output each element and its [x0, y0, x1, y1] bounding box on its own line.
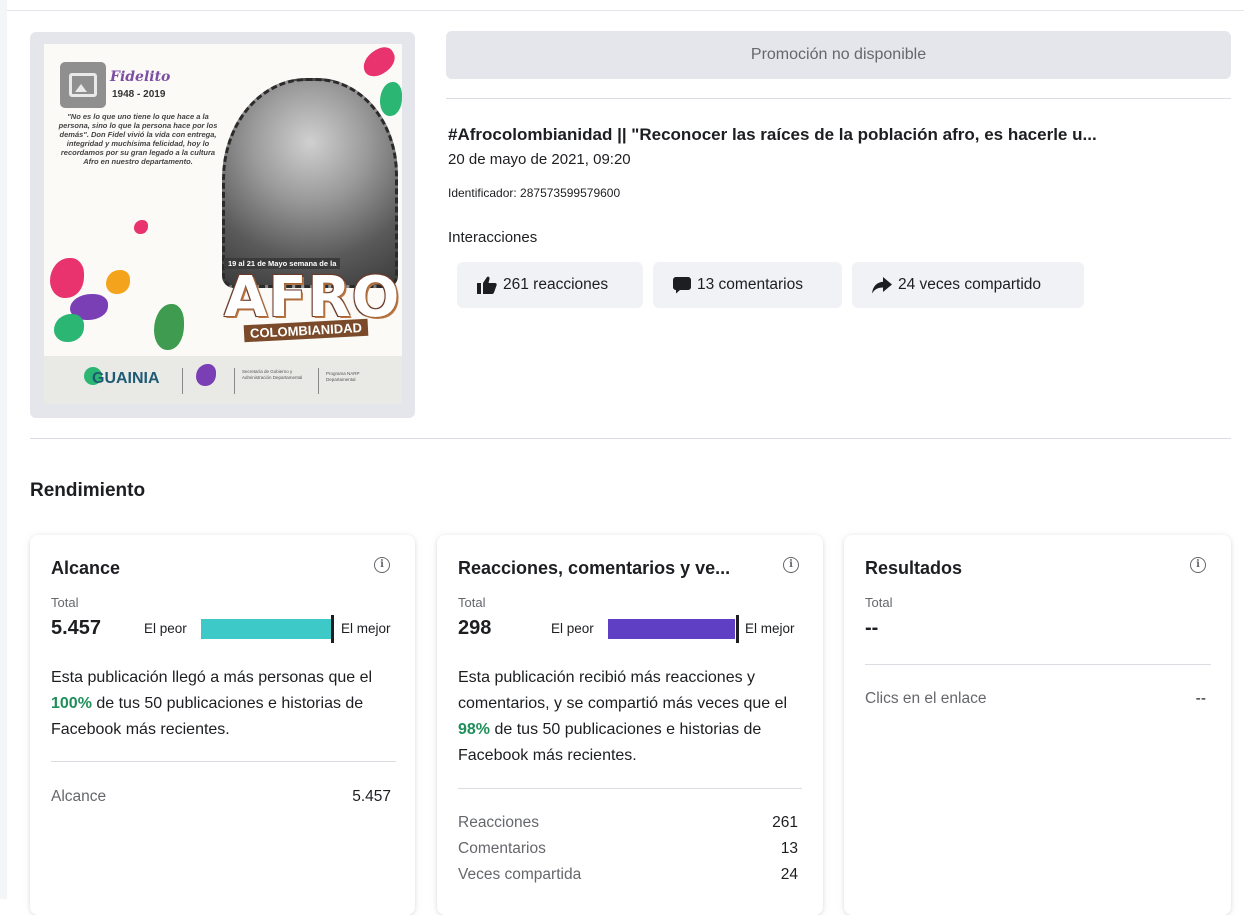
- info-icon[interactable]: i: [1190, 557, 1206, 573]
- left-panel-edge: [0, 0, 7, 899]
- percentile-bar-max-marker: [331, 615, 334, 643]
- percentile-bar: [201, 619, 331, 639]
- thumbs-up-icon: [477, 276, 497, 294]
- decorative-blob: [134, 220, 148, 234]
- comments-count: 13 comentarios: [697, 276, 803, 293]
- description-text: de tus 50 publicaciones e historias de F…: [458, 721, 762, 764]
- description-percent: 98%: [458, 721, 491, 738]
- metric-label: Reacciones: [458, 814, 539, 831]
- details-divider: [446, 98, 1231, 99]
- post-title: #Afrocolombianidad || "Reconocer las raí…: [448, 125, 1097, 144]
- reactions-chip[interactable]: 261 reacciones: [457, 262, 643, 308]
- card-divider: [865, 664, 1211, 665]
- share-arrow-icon: [872, 277, 892, 294]
- best-label: El mejor: [745, 621, 795, 636]
- portrait-photo: [222, 78, 398, 288]
- metric-label: Comentarios: [458, 840, 546, 857]
- comments-chip[interactable]: 13 comentarios: [653, 262, 842, 308]
- description-percent: 100%: [51, 695, 92, 712]
- percentile-bar: [608, 619, 735, 639]
- footer-separator: [182, 368, 183, 394]
- metric-label: Veces compartida: [458, 866, 582, 883]
- performance-heading: Rendimiento: [30, 480, 146, 501]
- guainia-logo-text: GUAINIA: [92, 370, 160, 387]
- engagement-card: Reacciones, comentarios y ve... i Total …: [437, 535, 823, 915]
- shares-chip[interactable]: 24 veces compartido: [852, 262, 1084, 308]
- section-divider: [30, 438, 1231, 439]
- total-label: Total: [51, 595, 79, 610]
- decorative-blob: [380, 82, 402, 116]
- post-identifier: Identificador: 287573599579600: [448, 186, 621, 200]
- decorative-blob: [358, 44, 400, 81]
- info-icon[interactable]: i: [783, 557, 799, 573]
- results-card: Resultados i Total -- Clics en el enlace…: [844, 535, 1231, 915]
- image-placeholder-icon: [60, 62, 106, 108]
- footer-separator: [318, 368, 319, 394]
- post-thumbnail[interactable]: Fidelito 1948 - 2019 "No es lo que uno t…: [44, 44, 402, 404]
- info-icon[interactable]: i: [374, 557, 390, 573]
- description-text: de tus 50 publicaciones e historias de F…: [51, 695, 364, 738]
- image-years-text: 1948 - 2019: [112, 89, 166, 100]
- decorative-blob: [154, 304, 184, 350]
- card-title: Resultados: [865, 558, 963, 578]
- card-title: Alcance: [51, 558, 121, 578]
- metric-value: 5.457: [352, 788, 391, 805]
- decorative-blob: [50, 258, 84, 298]
- metric-value: 13: [780, 840, 798, 857]
- shares-count: 24 veces compartido: [898, 276, 1042, 293]
- image-headline: AFRO: [224, 265, 401, 330]
- decorative-blob: [106, 270, 130, 294]
- card-title: Reacciones, comentarios y ve...: [458, 558, 731, 578]
- total-label: Total: [458, 595, 486, 610]
- best-label: El mejor: [341, 621, 391, 636]
- total-value: 5.457: [51, 617, 102, 639]
- footer-separator: [234, 368, 235, 394]
- image-name-text: Fidelito: [110, 69, 171, 85]
- comment-bubble-icon: [673, 277, 691, 294]
- post-thumbnail-card[interactable]: Fidelito 1948 - 2019 "No es lo que uno t…: [30, 32, 415, 418]
- worst-label: El peor: [551, 621, 594, 636]
- card-divider: [51, 761, 396, 762]
- metric-value: 24: [780, 866, 798, 883]
- metric-value: 261: [772, 814, 798, 831]
- engagement-description: Esta publicación recibió más reacciones …: [458, 665, 803, 769]
- total-value: --: [865, 617, 879, 639]
- total-label: Total: [865, 595, 893, 610]
- interactions-heading: Interacciones: [448, 229, 538, 246]
- decorative-blob: [54, 314, 84, 342]
- image-quote-text: "No es lo que uno tiene lo que hace a la…: [58, 112, 218, 166]
- metric-label: Alcance: [51, 788, 107, 805]
- description-text: Esta publicación llegó a más personas qu…: [51, 669, 373, 686]
- metric-label: Clics en el enlace: [865, 690, 987, 707]
- image-footer-secretary: Secretaría de Gobierno y Administración …: [242, 369, 303, 380]
- reactions-count: 261 reacciones: [503, 276, 609, 293]
- worst-label: El peor: [144, 621, 187, 636]
- reach-card: Alcance i Total 5.457 El peor El mejor E…: [30, 535, 415, 915]
- reach-description: Esta publicación llegó a más personas qu…: [51, 665, 396, 743]
- description-text: Esta publicación recibió más reacciones …: [458, 669, 788, 712]
- image-footer-program: Programa NARP Departamental: [326, 371, 360, 382]
- percentile-bar-max-marker: [736, 615, 739, 643]
- promotion-button[interactable]: Promoción no disponible: [446, 31, 1231, 79]
- top-divider: [7, 10, 1244, 11]
- metric-value: --: [1195, 690, 1206, 707]
- card-divider: [458, 788, 802, 789]
- post-date: 20 de mayo de 2021, 09:20: [448, 151, 631, 168]
- total-value: 298: [458, 617, 492, 639]
